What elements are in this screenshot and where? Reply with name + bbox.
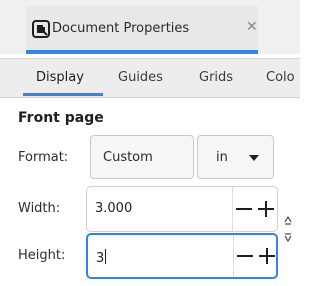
height-value[interactable]: 3 (96, 249, 107, 266)
width-spinbox[interactable]: 3.000 (86, 186, 278, 232)
chevron-down-icon (249, 155, 259, 161)
text-cursor (105, 249, 107, 264)
minus-icon[interactable] (234, 235, 256, 277)
front-page-heading: Front page (18, 110, 104, 126)
format-value: Custom (103, 150, 153, 165)
tab-colors[interactable]: Colo (266, 70, 295, 85)
tab-grids[interactable]: Grids (199, 70, 233, 85)
chain-link-icon[interactable] (282, 210, 294, 248)
close-icon[interactable]: ✕ (246, 20, 258, 34)
height-label: Height: (18, 248, 66, 263)
format-dropdown[interactable]: Custom (90, 135, 194, 179)
tab-display[interactable]: Display (36, 70, 84, 85)
panel-header: Document Properties ✕ (0, 0, 300, 54)
unit-value: in (216, 150, 228, 165)
plus-icon[interactable] (256, 235, 278, 277)
active-tab-indicator (23, 93, 103, 96)
height-spinbox[interactable]: 3 (86, 233, 278, 279)
height-value-text: 3 (96, 251, 105, 266)
plus-icon[interactable] (255, 187, 277, 231)
width-label: Width: (18, 201, 61, 216)
format-label: Format: (18, 150, 69, 165)
width-value[interactable]: 3.000 (95, 201, 132, 216)
unit-dropdown[interactable]: in (197, 135, 274, 179)
settings-tab-bar: Display Guides Grids Colo (0, 58, 300, 98)
tab-guides[interactable]: Guides (118, 70, 163, 85)
minus-icon[interactable] (233, 187, 255, 231)
document-properties-icon (32, 20, 50, 38)
document-properties-tab[interactable]: Document Properties ✕ (26, 6, 258, 54)
panel-title: Document Properties (52, 21, 190, 36)
